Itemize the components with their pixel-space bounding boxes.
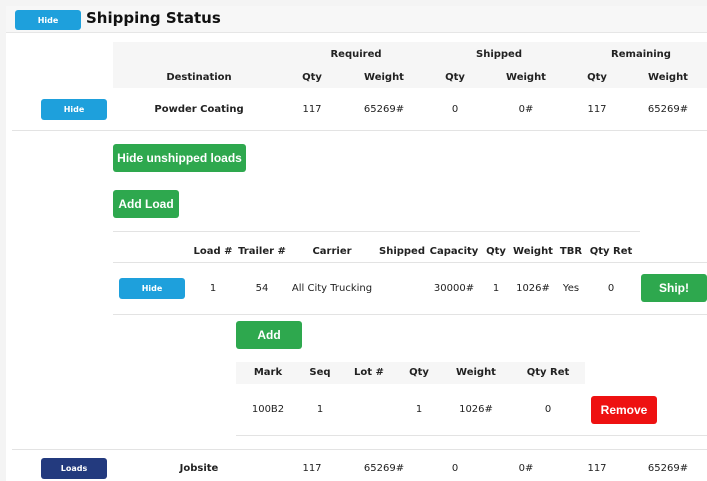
shipped-weight: 0# — [518, 104, 534, 115]
shipped-weight: 0# — [518, 463, 534, 474]
col-header-trailer-number: Trailer # — [238, 246, 286, 257]
col-header-remaining-weight: Weight — [648, 72, 688, 83]
item-qty: 1 — [415, 404, 423, 415]
destination-name: Jobsite — [179, 463, 219, 474]
col-header-mark: Mark — [253, 367, 283, 378]
group-header-shipped: Shipped — [475, 49, 523, 60]
col-header-lot-number: Lot # — [354, 367, 384, 378]
hide-load-button[interactable]: Hide — [119, 278, 185, 299]
item-weight: 1026# — [459, 404, 493, 415]
required-weight: 65269# — [363, 104, 405, 115]
col-header-item-qty-ret: Qty Ret — [526, 367, 570, 378]
loads-header-divider — [113, 262, 707, 263]
col-header-required-weight: Weight — [364, 72, 404, 83]
load-row-divider — [113, 314, 707, 315]
col-header-remaining-qty: Qty — [587, 72, 607, 83]
load-tbr: Yes — [562, 283, 580, 294]
remaining-weight: 65269# — [647, 463, 689, 474]
add-load-button[interactable]: Add Load — [113, 190, 179, 218]
col-header-required-qty: Qty — [302, 72, 322, 83]
item-row-divider — [236, 435, 707, 436]
required-qty: 117 — [302, 104, 322, 115]
col-header-seq: Seq — [309, 367, 331, 378]
load-number: 1 — [209, 283, 217, 294]
ship-button[interactable]: Ship! — [641, 274, 707, 302]
required-weight: 65269# — [363, 463, 405, 474]
col-header-shipped: Shipped — [378, 246, 426, 257]
col-header-load-weight: Weight — [513, 246, 553, 257]
loads-button[interactable]: Loads — [41, 458, 107, 479]
required-qty: 117 — [302, 463, 322, 474]
col-header-carrier: Carrier — [312, 246, 352, 257]
group-header-remaining: Remaining — [611, 49, 671, 60]
hide-destination-button[interactable]: Hide — [41, 99, 107, 120]
col-header-shipped-weight: Weight — [506, 72, 546, 83]
col-header-destination: Destination — [166, 72, 232, 83]
shipped-qty: 0 — [451, 463, 459, 474]
carrier-name: All City Trucking — [291, 283, 373, 294]
col-header-item-qty: Qty — [409, 367, 429, 378]
load-qty-ret: 0 — [607, 283, 615, 294]
item-mark: 100B2 — [251, 404, 285, 415]
add-item-button[interactable]: Add — [236, 321, 302, 349]
remaining-qty: 117 — [587, 104, 607, 115]
col-header-capacity: Capacity — [429, 246, 479, 257]
page-title: Shipping Status — [86, 9, 221, 27]
loads-header-top-divider — [113, 231, 640, 232]
hide-section-button[interactable]: Hide — [15, 10, 81, 30]
hide-unshipped-loads-button[interactable]: Hide unshipped loads — [113, 144, 246, 172]
remove-item-button[interactable]: Remove — [591, 396, 657, 424]
load-capacity: 30000# — [433, 283, 475, 294]
destination-divider — [12, 449, 707, 450]
load-weight: 1026# — [516, 283, 550, 294]
item-qty-ret: 0 — [544, 404, 552, 415]
col-header-item-weight: Weight — [456, 367, 496, 378]
remaining-qty: 117 — [587, 463, 607, 474]
load-qty: 1 — [492, 283, 500, 294]
row-divider — [12, 130, 707, 131]
col-header-shipped-qty: Qty — [445, 72, 465, 83]
trailer-number: 54 — [255, 283, 269, 294]
col-header-load-qty: Qty — [486, 246, 506, 257]
shipped-qty: 0 — [451, 104, 459, 115]
col-header-load-qty-ret: Qty Ret — [589, 246, 633, 257]
group-header-required: Required — [330, 49, 382, 60]
remaining-weight: 65269# — [647, 104, 689, 115]
item-seq: 1 — [316, 404, 324, 415]
destination-name: Powder Coating — [154, 104, 244, 115]
col-header-load-number: Load # — [193, 246, 233, 257]
col-header-tbr: TBR — [559, 246, 583, 257]
